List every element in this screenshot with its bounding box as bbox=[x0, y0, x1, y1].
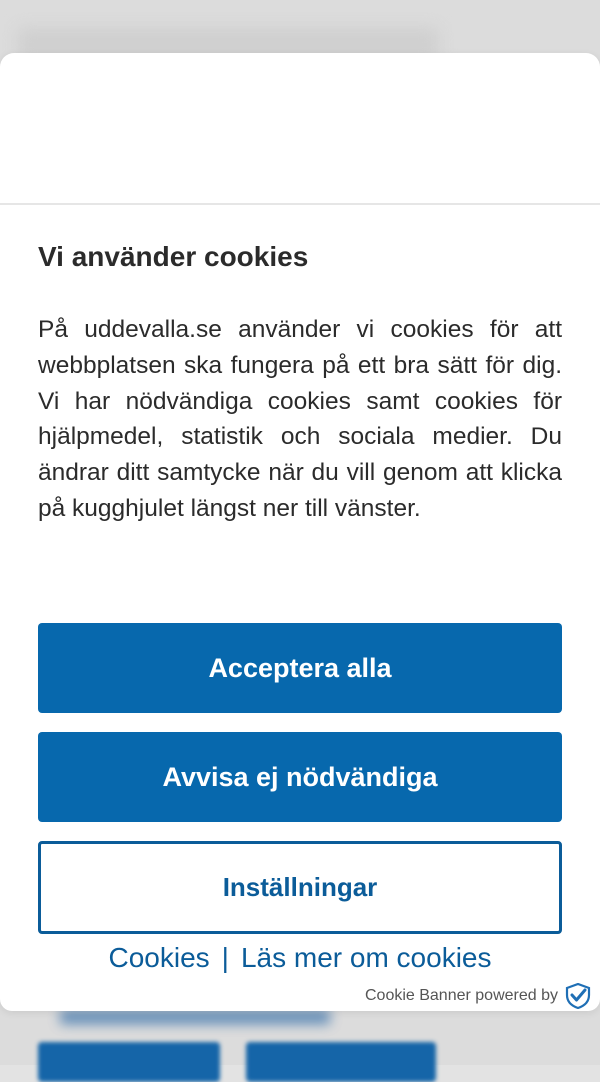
cookie-banner: Vi använder cookies På uddevalla.se anvä… bbox=[0, 53, 600, 1011]
reject-nonessential-button[interactable]: Avvisa ej nödvändiga bbox=[38, 732, 562, 822]
cookie-banner-description: På uddevalla.se använder vi cookies för … bbox=[38, 316, 562, 522]
cookie-banner-title: Vi använder cookies bbox=[38, 241, 309, 272]
powered-by-text: Cookie Banner powered by bbox=[364, 987, 558, 1004]
cookie-banner-header bbox=[0, 53, 600, 205]
cookies-link[interactable]: Cookies bbox=[109, 942, 210, 973]
accept-all-button[interactable]: Acceptera alla bbox=[38, 623, 562, 713]
background-link-blur bbox=[60, 1010, 330, 1024]
checkmark-shield-icon bbox=[564, 983, 592, 1009]
background-button-right bbox=[246, 1042, 436, 1082]
cookie-banner-content: Vi använder cookies På uddevalla.se anvä… bbox=[0, 239, 600, 978]
background-button-left bbox=[38, 1042, 220, 1082]
link-separator: | bbox=[221, 942, 229, 973]
cookie-links: Cookies | Läs mer om cookies bbox=[38, 938, 562, 978]
settings-button[interactable]: Inställningar bbox=[38, 841, 562, 934]
read-more-cookies-link[interactable]: Läs mer om cookies bbox=[241, 942, 492, 973]
powered-by[interactable]: Cookie Banner powered by bbox=[365, 983, 592, 1009]
